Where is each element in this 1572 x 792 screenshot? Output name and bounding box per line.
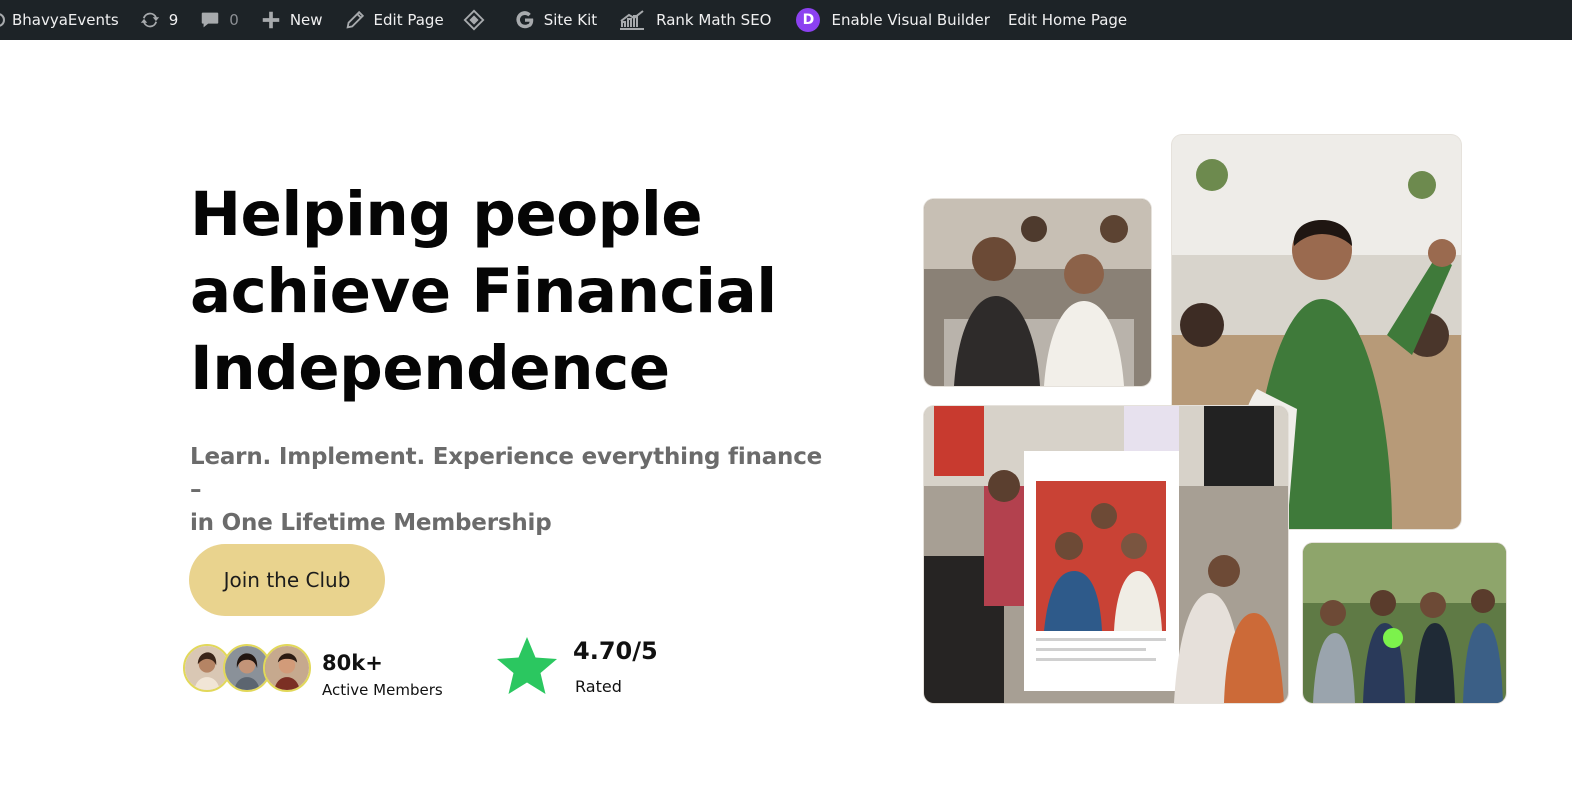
hero-title-line-3: Independence xyxy=(190,333,670,404)
updates-count: 9 xyxy=(168,11,179,29)
hero-subtitle-line-2: in One Lifetime Membership xyxy=(190,510,552,536)
diamond-menu[interactable] xyxy=(453,0,494,40)
edit-home-link[interactable]: Edit Home Page xyxy=(999,0,1136,40)
members-label: Active Members xyxy=(322,681,443,699)
photo-group-instagram-frame xyxy=(924,406,1288,703)
wp-admin-bar: BhavyaEvents 9 0 New Edit Page Site Kit … xyxy=(0,0,1572,40)
google-g-icon xyxy=(514,9,536,31)
edit-page-link[interactable]: Edit Page xyxy=(332,0,453,40)
updates-icon xyxy=(139,9,161,31)
site-kit-link[interactable]: Site Kit xyxy=(494,0,606,40)
hero-title-line-1: Helping people xyxy=(190,179,703,250)
hero-subtitle-line-1: Learn. Implement. Experience everything … xyxy=(190,444,823,503)
comments-icon xyxy=(199,9,221,31)
new-content-link[interactable]: New xyxy=(248,0,332,40)
photo-group-outdoors xyxy=(1303,543,1506,703)
wordpress-logo-icon[interactable] xyxy=(0,0,10,40)
site-name-link[interactable]: BhavyaEvents xyxy=(10,0,128,40)
rank-math-link[interactable]: Rank Math SEO xyxy=(606,0,780,40)
edit-home-label: Edit Home Page xyxy=(1007,11,1128,29)
updates-link[interactable]: 9 xyxy=(128,0,188,40)
rating-value: 4.70/5 xyxy=(573,637,658,665)
hero-subtitle: Learn. Implement. Experience everything … xyxy=(190,441,830,540)
divi-icon: D xyxy=(796,8,821,32)
members-value: 80k+ xyxy=(322,651,383,675)
comments-link[interactable]: 0 xyxy=(187,0,248,40)
new-label: New xyxy=(289,11,323,29)
hero-title-line-2: achieve Financial xyxy=(190,256,777,327)
avatar xyxy=(263,644,311,692)
site-kit-label: Site Kit xyxy=(543,11,598,29)
member-avatars xyxy=(183,644,313,692)
join-club-button[interactable]: Join the Club xyxy=(189,544,385,616)
rank-math-icon xyxy=(618,9,646,31)
plus-icon xyxy=(260,9,282,31)
diamond-icon xyxy=(463,9,485,31)
photo-friends-laughing xyxy=(924,199,1151,386)
edit-page-label: Edit Page xyxy=(373,11,444,29)
visual-builder-label: Enable Visual Builder xyxy=(831,11,990,29)
rank-math-label: Rank Math SEO xyxy=(656,11,772,29)
pencil-icon xyxy=(344,9,366,31)
hero-title: Helping people achieve Financial Indepen… xyxy=(190,176,830,407)
rating-label: Rated xyxy=(575,677,622,696)
visual-builder-link[interactable]: D Enable Visual Builder xyxy=(780,0,998,40)
comments-count: 0 xyxy=(229,11,239,29)
site-name-label: BhavyaEvents xyxy=(12,11,119,29)
star-icon xyxy=(497,637,557,694)
